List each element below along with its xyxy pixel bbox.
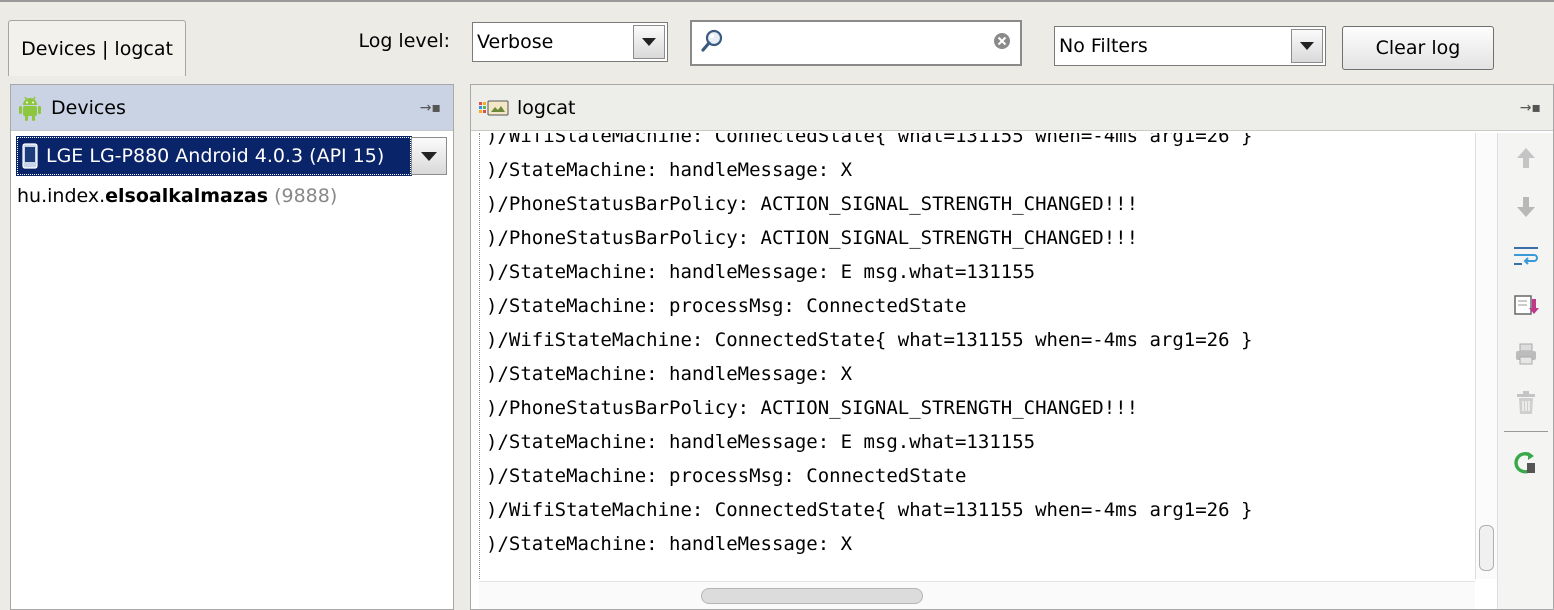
- log-line: )/StateMachine: processMsg: ConnectedSta…: [486, 465, 967, 487]
- vertical-scroll-thumb[interactable]: [1479, 525, 1494, 571]
- logcat-icon: [479, 99, 509, 117]
- log-line: )/StateMachine: processMsg: ConnectedSta…: [486, 295, 967, 317]
- filter-value: No Filters: [1059, 35, 1148, 57]
- logcat-header: logcat →▪: [471, 85, 1553, 131]
- logcat-title: logcat: [517, 96, 576, 119]
- arrow-up-icon[interactable]: [1511, 143, 1541, 173]
- chevron-down-icon[interactable]: [633, 25, 665, 59]
- log-level-select[interactable]: Verbose: [472, 22, 668, 62]
- log-line: )/WifiStateMachine: ConnectedState{ what…: [486, 329, 1253, 351]
- scroll-to-end-icon[interactable]: [1511, 290, 1541, 320]
- log-line: )/StateMachine: handleMessage: X: [486, 533, 853, 555]
- logcat-side-toolbar: [1497, 133, 1553, 609]
- log-line: )/PhoneStatusBarPolicy: ACTION_SIGNAL_ST…: [486, 397, 1139, 419]
- log-line: )/StateMachine: handleMessage: E msg.wha…: [486, 431, 1036, 453]
- soft-wrap-icon[interactable]: [1511, 241, 1541, 271]
- logcat-panel: logcat →▪ )/WifiStateMachine: ConnectedS…: [470, 84, 1554, 610]
- device-select[interactable]: LGE LG-P880 Android 4.0.3 (API 15): [16, 136, 447, 176]
- vertical-scrollbar[interactable]: [1475, 133, 1497, 579]
- log-level-value: Verbose: [477, 31, 554, 53]
- clear-search-icon[interactable]: [992, 31, 1012, 56]
- process-package-name: elsoalkalmazas: [105, 185, 269, 207]
- log-line: )/PhoneStatusBarPolicy: ACTION_SIGNAL_ST…: [486, 227, 1139, 249]
- chevron-down-icon[interactable]: [411, 137, 447, 175]
- log-line: )/StateMachine: handleMessage: X: [486, 363, 853, 385]
- log-line: )/WifiStateMachine: ConnectedState{ what…: [486, 133, 1253, 147]
- devices-panel: Devices →▪ LGE LG-P880 Android 4.0.3 (AP…: [10, 84, 454, 610]
- process-item[interactable]: hu.index.elsoalkalmazas (9888): [17, 185, 337, 207]
- pin-icon[interactable]: →▪: [1520, 100, 1541, 116]
- phone-icon: [22, 143, 38, 169]
- log-level-label: Log level:: [358, 30, 450, 52]
- print-icon[interactable]: [1511, 339, 1541, 369]
- log-line: )/PhoneStatusBarPolicy: ACTION_SIGNAL_ST…: [486, 193, 1139, 215]
- restart-icon[interactable]: [1511, 448, 1541, 478]
- log-line: )/StateMachine: handleMessage: X: [486, 159, 853, 181]
- horizontal-scroll-thumb[interactable]: [701, 588, 923, 604]
- tab-label: Devices | logcat: [21, 37, 173, 60]
- devices-header: Devices →▪: [11, 85, 453, 131]
- chevron-down-icon[interactable]: [1291, 29, 1323, 63]
- horizontal-scrollbar[interactable]: [479, 581, 1475, 609]
- log-line: )/StateMachine: handleMessage: E msg.wha…: [486, 261, 1036, 283]
- filter-select[interactable]: No Filters: [1054, 26, 1326, 66]
- search-input[interactable]: [732, 32, 992, 54]
- process-pid: (9888): [274, 185, 338, 207]
- log-lines: )/WifiStateMachine: ConnectedState{ what…: [480, 133, 1252, 561]
- search-box[interactable]: [690, 20, 1022, 66]
- pin-icon[interactable]: →▪: [420, 100, 441, 116]
- logcat-window: Devices | logcat Log level: Verbose No F…: [0, 0, 1554, 610]
- clear-log-button[interactable]: Clear log: [1342, 26, 1494, 70]
- log-line: )/WifiStateMachine: ConnectedState{ what…: [486, 499, 1253, 521]
- log-output[interactable]: )/WifiStateMachine: ConnectedState{ what…: [479, 133, 1475, 579]
- arrow-down-icon[interactable]: [1511, 192, 1541, 222]
- selected-device[interactable]: LGE LG-P880 Android 4.0.3 (API 15): [16, 136, 412, 176]
- trash-icon[interactable]: [1511, 388, 1541, 418]
- tab-devices-logcat[interactable]: Devices | logcat: [8, 20, 186, 76]
- search-icon: [700, 28, 726, 59]
- devices-title: Devices: [51, 96, 126, 119]
- process-package-prefix: hu.index.: [17, 185, 106, 207]
- toolbar-separator: [1503, 431, 1548, 432]
- android-icon: [19, 95, 41, 121]
- device-label: LGE LG-P880 Android 4.0.3 (API 15): [46, 145, 385, 167]
